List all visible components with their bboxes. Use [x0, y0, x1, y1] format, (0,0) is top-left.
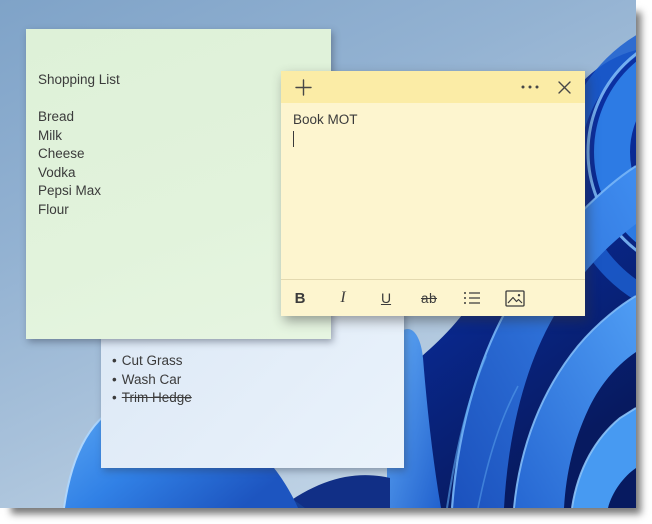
- strikethrough-button[interactable]: ab: [412, 281, 446, 315]
- todo-item: • Cut Grass: [112, 353, 183, 368]
- todo-item: • Wash Car: [112, 371, 182, 387]
- bullet-glyph: •: [112, 353, 117, 368]
- underline-button[interactable]: U: [369, 281, 403, 315]
- desktop-screenshot: • Cut Grass • Wash Car • Trim Hedge Shoppin…: [0, 0, 636, 508]
- list-item: Flour: [38, 201, 69, 217]
- new-note-button[interactable]: [292, 75, 314, 99]
- note-header[interactable]: [281, 71, 585, 103]
- menu-button[interactable]: [519, 75, 541, 99]
- ellipsis-icon: [521, 85, 539, 89]
- list-item: Pepsi Max: [38, 183, 102, 198]
- note-yellow-body[interactable]: Book MOT: [281, 103, 585, 279]
- note-title: Shopping List: [38, 72, 120, 87]
- close-note-button[interactable]: [553, 75, 575, 99]
- list-item: Milk: [38, 127, 62, 143]
- list-item: Bread: [38, 109, 75, 124]
- text-caret: [293, 131, 295, 147]
- plus-icon: [294, 78, 312, 96]
- list-item: Vodka: [38, 164, 76, 180]
- bullet-list-icon: [464, 292, 480, 304]
- bullet-glyph: •: [112, 390, 117, 405]
- document-page: • Cut Grass • Wash Car • Trim Hedge Shoppin…: [0, 0, 652, 524]
- close-icon: [557, 80, 571, 94]
- note-text-line: Book MOT: [293, 112, 358, 127]
- todo-item-completed: • Trim Hedge: [112, 390, 192, 405]
- bold-button[interactable]: B: [283, 281, 317, 315]
- image-button[interactable]: [498, 281, 532, 315]
- italic-button[interactable]: I: [326, 281, 360, 315]
- formatting-toolbar: B I U ab: [281, 279, 585, 316]
- sticky-note-yellow: Book MOT B I U ab: [281, 71, 585, 316]
- image-icon: [505, 289, 525, 307]
- list-item: Cheese: [38, 146, 85, 161]
- bullet-glyph: •: [112, 371, 117, 387]
- bullet-list-button[interactable]: [455, 281, 489, 315]
